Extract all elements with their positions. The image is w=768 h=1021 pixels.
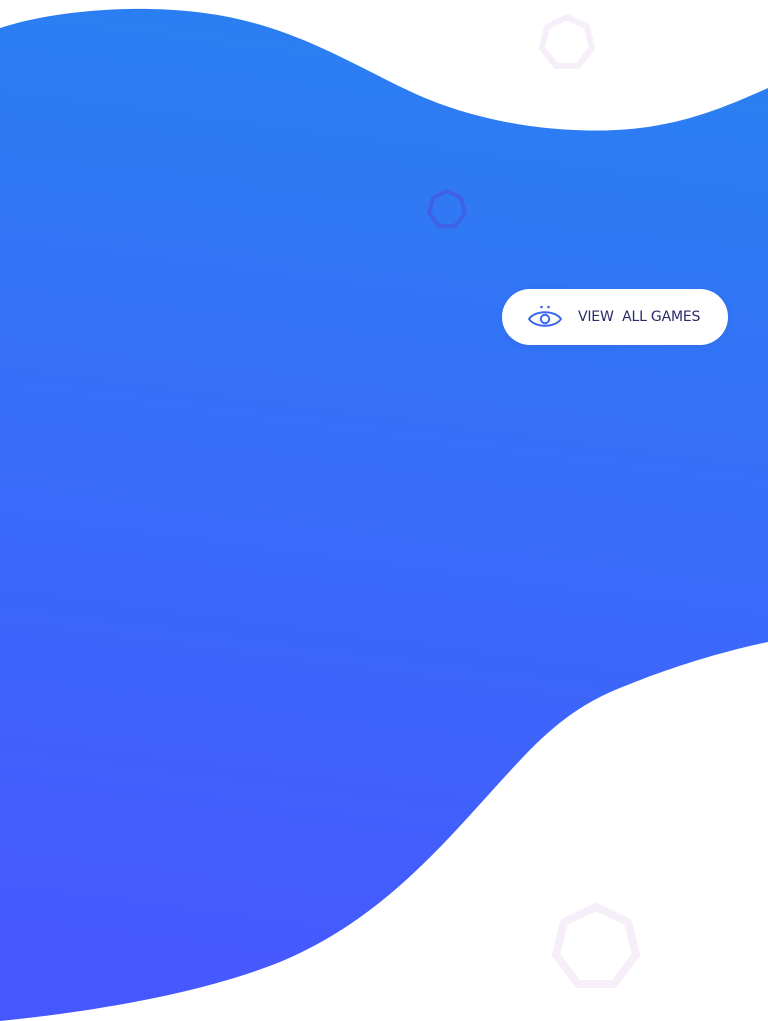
heptagon-outline-icon	[552, 903, 640, 988]
hero-section: VIEW ALL GAMES	[0, 0, 768, 1021]
background-blob	[0, 8, 768, 1021]
heptagon-outline-icon	[427, 189, 467, 228]
eye-icon	[528, 305, 562, 327]
view-all-games-label: VIEW ALL GAMES	[578, 309, 701, 325]
heptagon-outline-icon	[539, 14, 595, 69]
view-all-games-button[interactable]: VIEW ALL GAMES	[502, 289, 728, 345]
